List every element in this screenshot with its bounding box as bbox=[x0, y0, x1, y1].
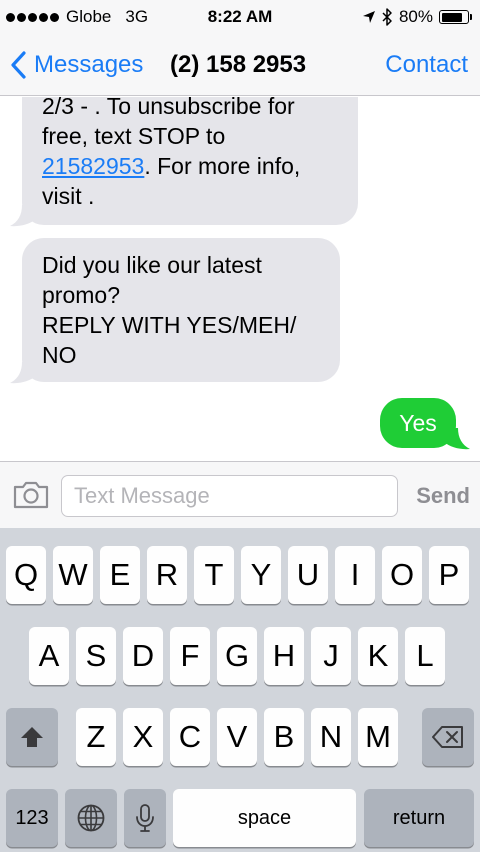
key-s[interactable]: S bbox=[76, 627, 116, 685]
message-input-bar: Send bbox=[0, 461, 480, 528]
conversation-view[interactable]: 2/3 - . To unsubscribe for free, text ST… bbox=[0, 97, 480, 461]
dictation-key[interactable] bbox=[124, 789, 166, 847]
message-line: 21582953. For more info, bbox=[42, 151, 338, 181]
message-bubble-incoming[interactable]: 2/3 - . To unsubscribe for free, text ST… bbox=[22, 97, 358, 225]
key-q[interactable]: Q bbox=[6, 546, 46, 604]
key-h[interactable]: H bbox=[264, 627, 304, 685]
keyboard: Q W E R T Y U I O P A S D F G H J K L Z … bbox=[0, 528, 480, 852]
message-bubble-incoming[interactable]: Did you like our latest promo? REPLY WIT… bbox=[22, 238, 340, 382]
battery-percent: 80% bbox=[398, 7, 433, 26]
message-bubble-outgoing[interactable]: Yes bbox=[380, 398, 456, 448]
key-x[interactable]: X bbox=[123, 708, 163, 766]
message-line: NO bbox=[42, 342, 77, 368]
key-d[interactable]: D bbox=[123, 627, 163, 685]
key-a[interactable]: A bbox=[29, 627, 69, 685]
message-line: 2/3 - . To unsubscribe for bbox=[42, 97, 295, 119]
location-arrow-icon bbox=[362, 11, 375, 23]
battery-fill bbox=[441, 12, 462, 22]
key-v[interactable]: V bbox=[217, 708, 257, 766]
message-line: promo? bbox=[42, 282, 120, 308]
send-button[interactable]: Send bbox=[416, 475, 470, 517]
back-button[interactable]: Messages bbox=[10, 48, 143, 82]
bluetooth-icon bbox=[382, 8, 392, 26]
message-text-field[interactable] bbox=[61, 475, 398, 517]
microphone-icon bbox=[136, 804, 154, 832]
message-line: Did you like our latest bbox=[42, 252, 262, 278]
phone-number-link[interactable]: 21582953 bbox=[42, 153, 144, 179]
numbers-key[interactable]: 123 bbox=[6, 789, 58, 847]
chevron-left-icon bbox=[11, 51, 26, 79]
message-line: free, text STOP to bbox=[42, 123, 226, 149]
shift-arrow-icon bbox=[21, 727, 43, 747]
key-o[interactable]: O bbox=[382, 546, 422, 604]
shift-key[interactable] bbox=[6, 708, 58, 766]
key-u[interactable]: U bbox=[288, 546, 328, 604]
key-n[interactable]: N bbox=[311, 708, 351, 766]
message-line: visit . bbox=[42, 183, 95, 209]
key-l[interactable]: L bbox=[405, 627, 445, 685]
status-right: 80% bbox=[362, 6, 472, 28]
key-j[interactable]: J bbox=[311, 627, 351, 685]
key-f[interactable]: F bbox=[170, 627, 210, 685]
battery-icon bbox=[439, 10, 472, 24]
key-z[interactable]: Z bbox=[76, 708, 116, 766]
key-i[interactable]: I bbox=[335, 546, 375, 604]
key-b[interactable]: B bbox=[264, 708, 304, 766]
conversation-title: (2) 158 2953 bbox=[170, 51, 307, 78]
backspace-icon bbox=[432, 726, 463, 748]
globe-icon bbox=[77, 804, 105, 832]
globe-key[interactable] bbox=[65, 789, 117, 847]
key-t[interactable]: T bbox=[194, 546, 234, 604]
message-line-suffix: . For more info, bbox=[144, 153, 301, 179]
delete-key[interactable] bbox=[422, 708, 474, 766]
message-line: REPLY WITH YES/MEH/ bbox=[42, 312, 297, 338]
key-y[interactable]: Y bbox=[241, 546, 281, 604]
camera-icon[interactable] bbox=[12, 480, 50, 510]
key-c[interactable]: C bbox=[170, 708, 210, 766]
key-g[interactable]: G bbox=[217, 627, 257, 685]
status-bar: Globe 3G 8:22 AM 80% bbox=[0, 0, 480, 34]
key-r[interactable]: R bbox=[147, 546, 187, 604]
key-k[interactable]: K bbox=[358, 627, 398, 685]
space-key[interactable]: space bbox=[173, 789, 356, 847]
key-e[interactable]: E bbox=[100, 546, 140, 604]
back-button-label: Messages bbox=[34, 51, 144, 78]
key-w[interactable]: W bbox=[53, 546, 93, 604]
key-m[interactable]: M bbox=[358, 708, 398, 766]
key-p[interactable]: P bbox=[429, 546, 469, 604]
return-key[interactable]: return bbox=[364, 789, 474, 847]
navigation-bar: Messages (2) 158 2953 Contact bbox=[0, 34, 480, 96]
contact-button[interactable]: Contact bbox=[385, 48, 468, 82]
